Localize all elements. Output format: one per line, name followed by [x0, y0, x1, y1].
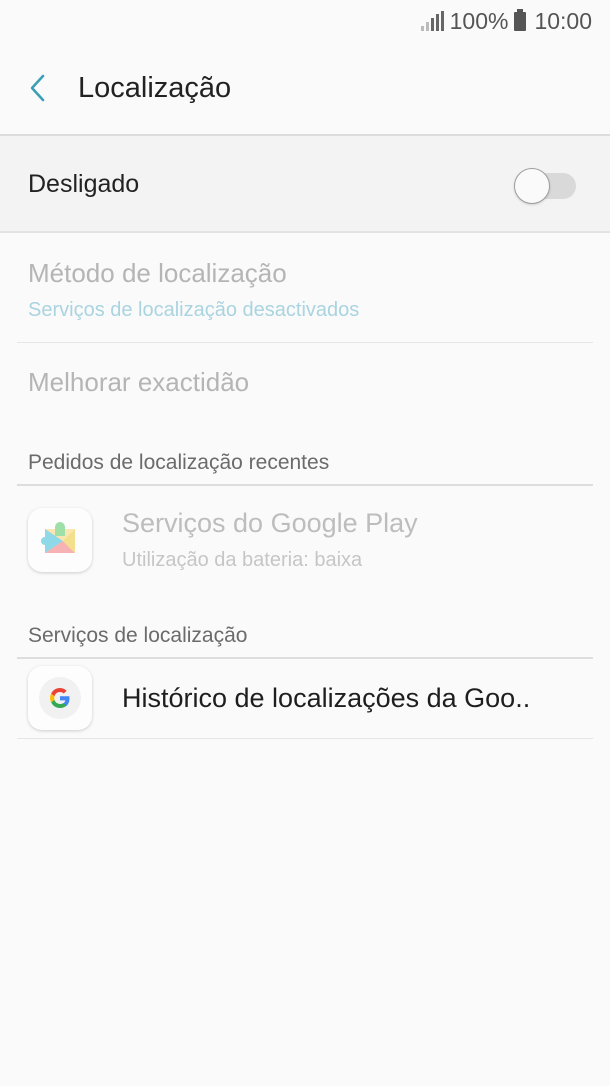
- signal-icon: [420, 11, 444, 31]
- google-g-icon: [28, 666, 92, 730]
- google-location-history-text: Histórico de localizações da Goo..: [122, 683, 530, 714]
- google-play-services-title: Serviços do Google Play: [122, 508, 418, 538]
- app-bar: Localização: [0, 42, 610, 134]
- recent-requests-header: Pedidos de localização recentes: [28, 451, 330, 474]
- switch-thumb: [514, 168, 550, 204]
- section-divider: [17, 484, 593, 486]
- list-item-google-location-history[interactable]: Histórico de localizações da Goo..: [28, 666, 592, 730]
- battery-icon: [514, 8, 527, 31]
- clock: 10:00: [534, 7, 592, 34]
- list-item-google-play-services[interactable]: Serviços do Google Play Utilização da ba…: [28, 508, 592, 572]
- status-bar: 100% 10:00: [0, 0, 610, 42]
- location-settings-screen: 100% 10:00 Localização Desligado Método …: [0, 0, 610, 1086]
- page-title: Localização: [78, 71, 232, 104]
- back-button[interactable]: [0, 42, 76, 134]
- chevron-left-icon: [30, 74, 45, 102]
- section-divider: [17, 657, 593, 659]
- google-play-services-icon: [28, 508, 92, 572]
- battery-percent: 100%: [449, 7, 509, 34]
- toggle-divider: [0, 231, 610, 233]
- improve-accuracy-item[interactable]: Melhorar exactidão: [28, 367, 592, 398]
- google-play-services-text: Serviços do Google Play Utilização da ba…: [122, 508, 418, 572]
- master-toggle-label: Desligado: [28, 169, 140, 198]
- google-play-services-subtitle: Utilização da bateria: baixa: [122, 549, 363, 571]
- list-divider: [17, 342, 593, 343]
- location-master-toggle-row[interactable]: Desligado: [0, 136, 610, 232]
- google-location-history-title: Histórico de localizações da Goo..: [122, 682, 531, 713]
- location-method-item[interactable]: Método de localização Serviços de locali…: [28, 258, 592, 322]
- improve-accuracy-title: Melhorar exactidão: [28, 367, 250, 397]
- location-switch[interactable]: [514, 168, 578, 204]
- list-divider: [17, 738, 593, 739]
- location-services-header: Serviços de localização: [28, 624, 248, 647]
- location-method-title: Método de localização: [28, 258, 287, 288]
- location-method-subtitle: Serviços de localização desactivados: [28, 299, 360, 321]
